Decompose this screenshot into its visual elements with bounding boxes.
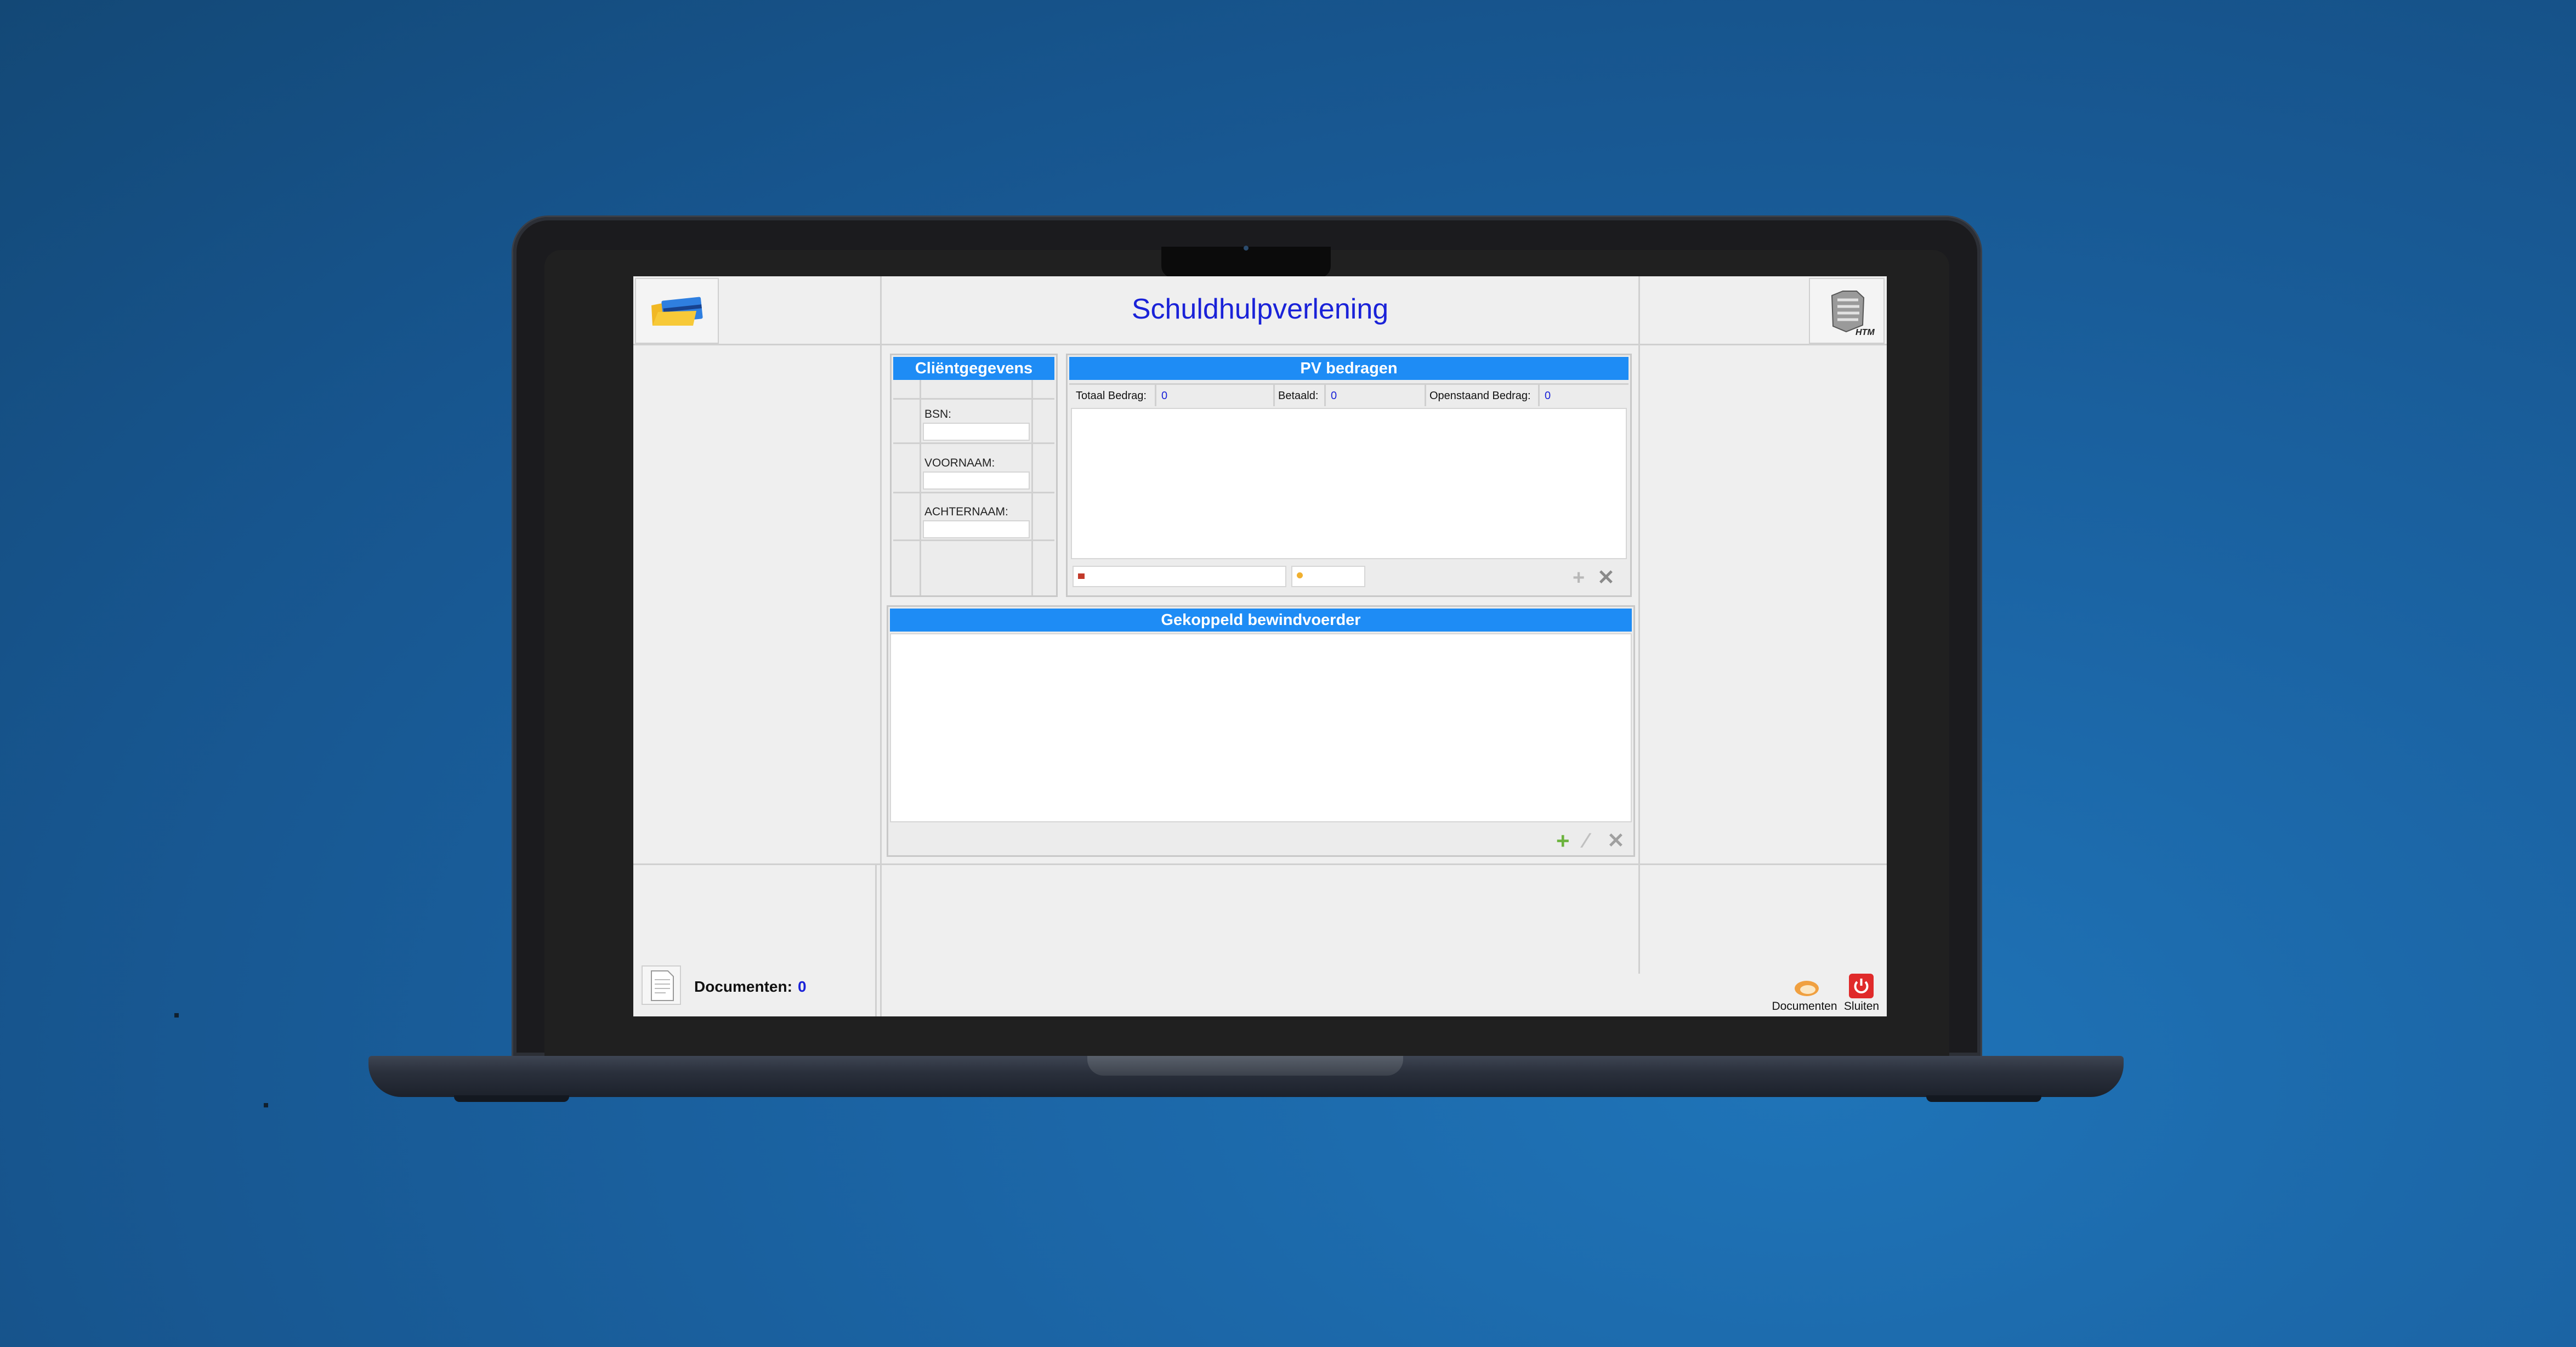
pv-filter-field[interactable] — [1073, 566, 1286, 587]
voornaam-field[interactable] — [923, 471, 1030, 490]
pv-filter-field-small[interactable] — [1291, 566, 1365, 587]
htm-logo-icon: HTM — [1831, 291, 1875, 337]
betaald-label: Betaald: — [1278, 390, 1319, 402]
openstaand-bedrag-value: 0 — [1545, 390, 1551, 402]
achternaam-field[interactable] — [923, 520, 1030, 538]
pv-delete-icon[interactable]: ✕ — [1597, 567, 1615, 588]
bsn-label: BSN: — [924, 408, 952, 420]
bsn-field[interactable] — [923, 423, 1030, 441]
pv-panel-divider — [1155, 385, 1156, 406]
bewindvoerder-delete-icon[interactable]: ✕ — [1607, 831, 1625, 851]
documents-label: Documenten: — [694, 978, 792, 995]
grid-divider — [633, 863, 1887, 865]
documents-folder-icon — [1795, 981, 1819, 996]
totaal-bedrag-label: Totaal Bedrag: — [1076, 390, 1147, 402]
grid-divider — [633, 344, 1887, 345]
voornaam-label: VOORNAAM: — [924, 457, 995, 469]
grid-divider — [1638, 276, 1640, 974]
power-icon — [1854, 979, 1869, 994]
pv-add-icon[interactable]: + — [1573, 567, 1585, 588]
bewindvoerder-add-icon[interactable]: + — [1556, 829, 1570, 852]
pv-panel-divider — [1425, 385, 1426, 406]
documents-button[interactable] — [1788, 975, 1824, 1002]
totaal-bedrag-value: 0 — [1161, 390, 1168, 402]
bewindvoerder-list[interactable] — [890, 633, 1632, 822]
close-button[interactable] — [1849, 974, 1874, 998]
betaald-value: 0 — [1331, 390, 1337, 402]
pv-panel-divider — [1324, 385, 1326, 406]
document-icon — [651, 970, 674, 1001]
client-panel-divider — [1031, 380, 1033, 595]
org-logo: HTM — [1809, 278, 1885, 344]
pv-panel-header: PV bedragen — [1069, 357, 1629, 380]
flag-icon — [1078, 573, 1085, 579]
laptop-hinge — [1087, 1056, 1403, 1076]
client-panel-divider — [893, 492, 1054, 493]
folder-card-icon — [651, 297, 703, 326]
bewindvoerder-edit-icon[interactable]: ⁄ — [1584, 831, 1587, 851]
background-speck — [264, 1103, 268, 1107]
laptop-foot — [454, 1095, 569, 1102]
document-icon[interactable] — [642, 965, 681, 1005]
camera-notch — [1161, 247, 1331, 278]
client-panel-divider — [893, 398, 1054, 400]
app-screen: Schuldhulpverlening HTM Cliëntgegevens B… — [633, 276, 1887, 1016]
pv-panel-divider — [1273, 385, 1275, 406]
pv-amounts-list[interactable] — [1071, 408, 1627, 559]
bewindvoerder-panel-header: Gekoppeld bewindvoerder — [890, 609, 1632, 632]
pv-panel-divider — [1538, 385, 1540, 406]
client-panel-divider — [893, 442, 1054, 444]
svg-text:HTM: HTM — [1856, 328, 1875, 337]
client-panel-header: Cliëntgegevens — [893, 357, 1054, 380]
laptop-foot — [1926, 1095, 2041, 1102]
client-panel-divider — [920, 380, 921, 595]
background-speck — [174, 1013, 179, 1018]
grid-divider — [880, 276, 882, 1016]
documents-count: 0 — [798, 978, 807, 995]
openstaand-bedrag-label: Openstaand Bedrag: — [1429, 390, 1531, 402]
achternaam-label: ACHTERNAAM: — [924, 505, 1008, 518]
status-dot-icon — [1297, 572, 1303, 578]
client-panel-divider — [893, 539, 1054, 541]
app-logo[interactable] — [635, 278, 719, 344]
close-button-label[interactable]: Sluiten — [1840, 1000, 1883, 1013]
camera-icon — [1244, 246, 1249, 251]
documents-button-label[interactable]: Documenten — [1763, 1000, 1846, 1013]
page-title: Schuldhulpverlening — [1131, 293, 1389, 325]
pv-panel-divider — [1069, 383, 1629, 385]
grid-divider — [875, 863, 877, 1016]
